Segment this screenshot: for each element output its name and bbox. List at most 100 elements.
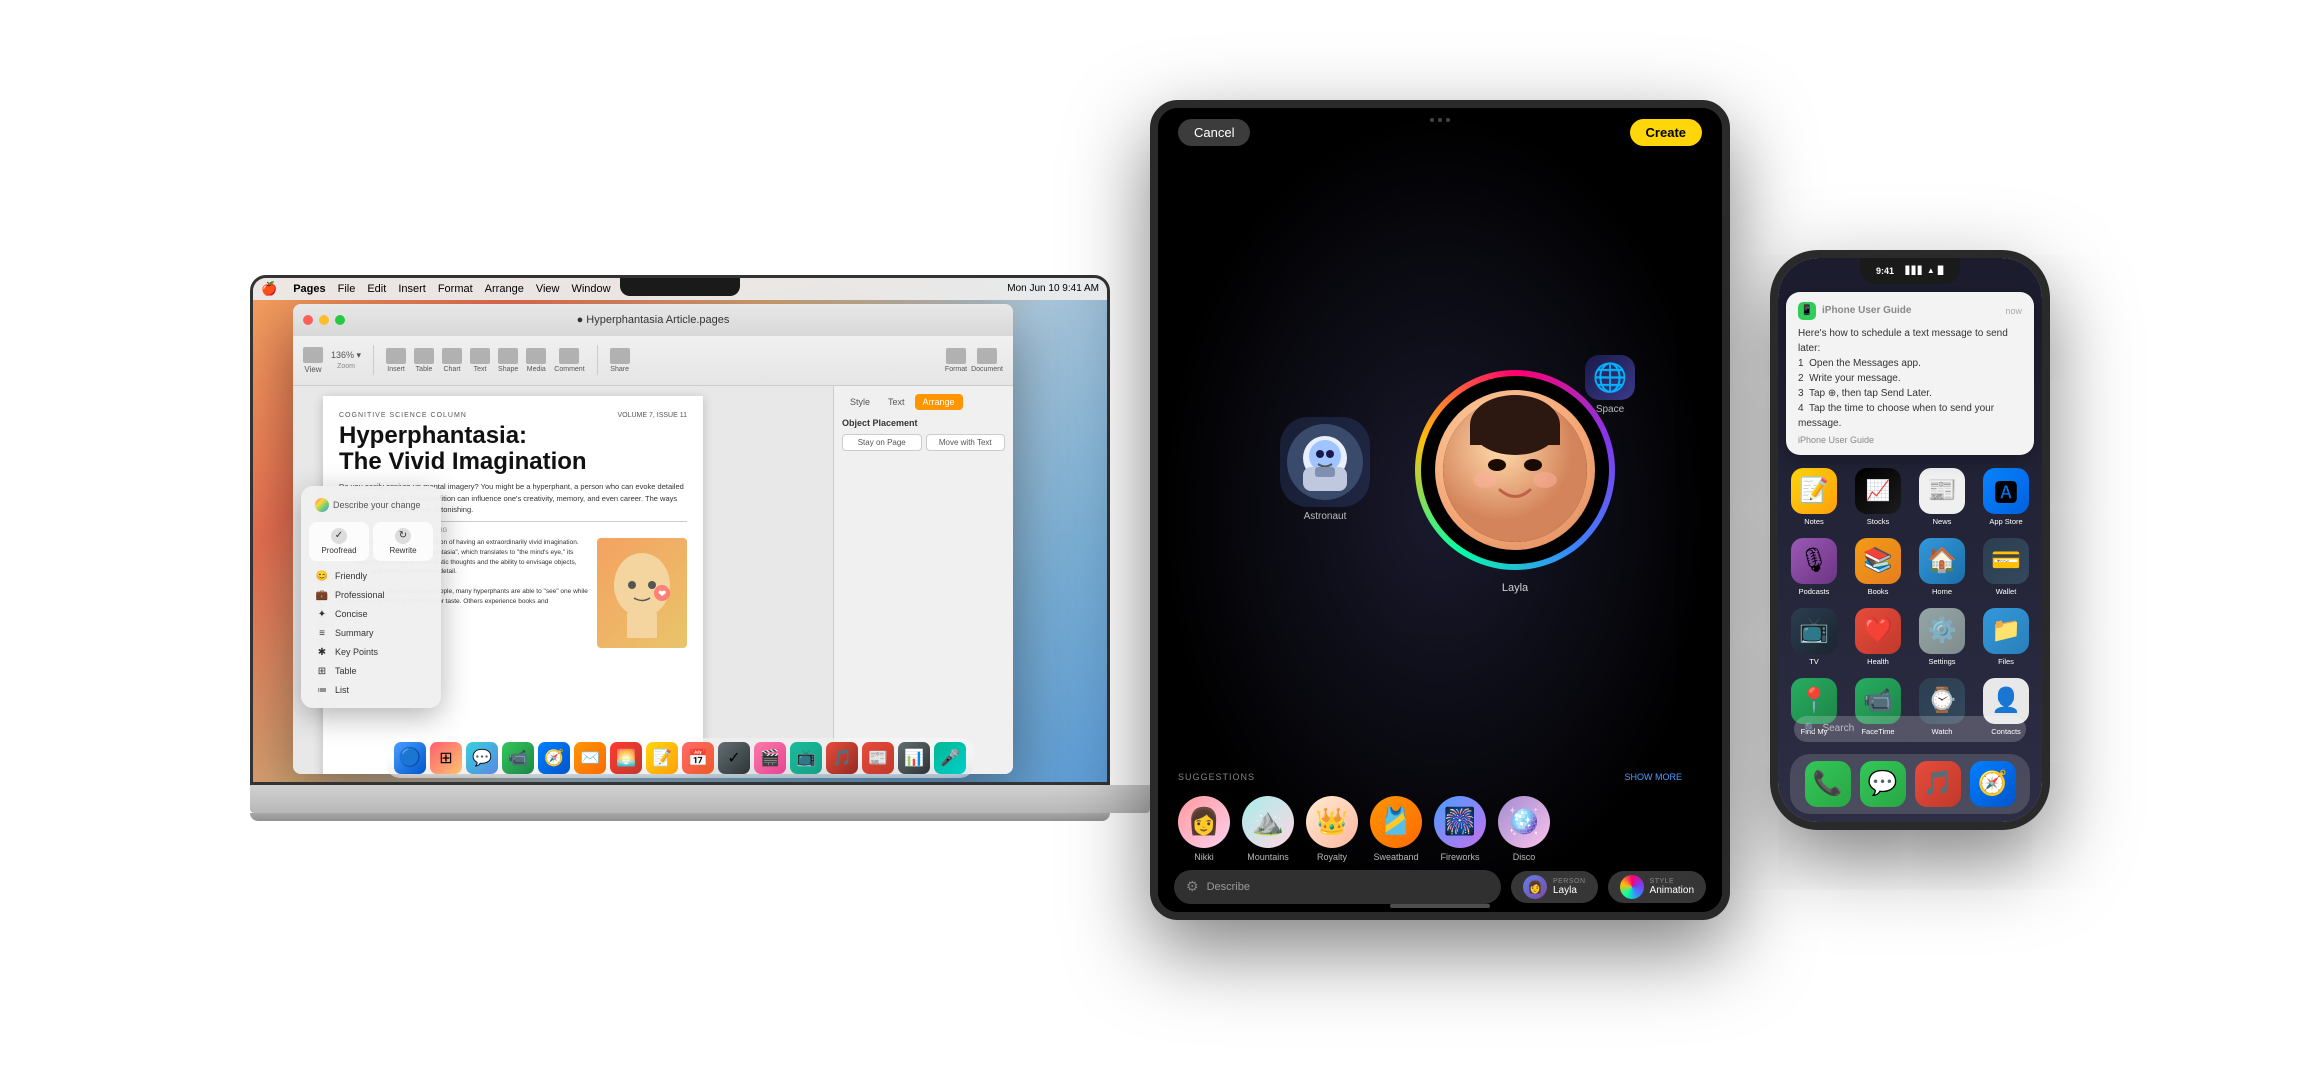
notification-time: now bbox=[2005, 306, 2022, 316]
messages-notification[interactable]: 📱 iPhone User Guide now Here's how to sc… bbox=[1786, 292, 2034, 455]
minimize-button[interactable] bbox=[319, 315, 329, 325]
settings-label: Settings bbox=[1928, 657, 1955, 666]
dock-music[interactable]: 🎵 bbox=[1915, 761, 1961, 807]
menubar-pages[interactable]: Pages bbox=[293, 283, 325, 295]
astronaut-label: Astronaut bbox=[1304, 511, 1347, 522]
wt-keypoints[interactable]: ✱ Key Points bbox=[309, 643, 433, 662]
proofread-button[interactable]: ✓ Proofread bbox=[309, 522, 369, 561]
app-stocks[interactable]: 📈 Stocks bbox=[1850, 468, 1906, 526]
dock-keynote[interactable]: 📊 bbox=[898, 742, 930, 774]
move-with-text-button[interactable]: Move with Text bbox=[926, 434, 1006, 451]
toolbar-insert[interactable]: Insert bbox=[386, 348, 406, 373]
person-pill[interactable]: 👩 PERSON Layla bbox=[1511, 871, 1598, 903]
dock-finder[interactable]: 🔵 bbox=[394, 742, 426, 774]
toolbar-share[interactable]: Share bbox=[610, 348, 630, 373]
toolbar-table[interactable]: Table bbox=[414, 348, 434, 373]
app-health[interactable]: ❤️ Health bbox=[1850, 608, 1906, 666]
iphone-dock: 📞 💬 🎵 🧭 bbox=[1790, 754, 2030, 814]
close-button[interactable] bbox=[303, 315, 313, 325]
toolbar-chart[interactable]: Chart bbox=[442, 348, 462, 373]
toolbar-document[interactable]: Document bbox=[971, 348, 1003, 373]
show-more-button[interactable]: SHOW MORE bbox=[1625, 772, 1683, 782]
toolbar-media[interactable]: Media bbox=[526, 348, 546, 373]
professional-icon: 💼 bbox=[315, 590, 329, 601]
wt-table[interactable]: ⊞ Table bbox=[309, 662, 433, 681]
dock-launchpad[interactable]: ⊞ bbox=[430, 742, 462, 774]
app-news[interactable]: 📰 News bbox=[1914, 468, 1970, 526]
style-icon bbox=[1620, 875, 1644, 899]
menubar-arrange[interactable]: Arrange bbox=[485, 283, 524, 295]
dock-facetime[interactable]: 📹 bbox=[502, 742, 534, 774]
apple-menu-icon[interactable]: 🍎 bbox=[261, 281, 277, 297]
dock-appletv[interactable]: 📺 bbox=[790, 742, 822, 774]
maximize-button[interactable] bbox=[335, 315, 345, 325]
app-appstore[interactable]: 🅰 App Store bbox=[1978, 468, 2034, 526]
tv-label: TV bbox=[1809, 657, 1819, 666]
toolbar-format[interactable]: Format bbox=[945, 348, 967, 373]
notification-body: Here's how to schedule a text message to… bbox=[1798, 326, 2022, 431]
app-settings[interactable]: ⚙️ Settings bbox=[1914, 608, 1970, 666]
pages-titlebar: ● Hyperphantasia Article.pages bbox=[293, 304, 1013, 336]
suggestion-disco[interactable]: 🪩 Disco bbox=[1498, 796, 1550, 862]
app-home[interactable]: 🏠 Home bbox=[1914, 538, 1970, 596]
dock-safari[interactable]: 🧭 bbox=[1970, 761, 2016, 807]
stocks-icon: 📈 bbox=[1855, 468, 1901, 514]
wt-professional[interactable]: 💼 Professional bbox=[309, 586, 433, 605]
app-books[interactable]: 📚 Books bbox=[1850, 538, 1906, 596]
toolbar-text[interactable]: Text bbox=[470, 348, 490, 373]
toolbar-comment[interactable]: Comment bbox=[554, 348, 584, 373]
pages-document[interactable]: COGNITIVE SCIENCE COLUMN VOLUME 7, ISSUE… bbox=[293, 386, 833, 774]
dock-music[interactable]: 🎵 bbox=[826, 742, 858, 774]
suggestion-fireworks[interactable]: 🎆 Fireworks bbox=[1434, 796, 1486, 862]
dock-news[interactable]: 📰 bbox=[862, 742, 894, 774]
dock-phone[interactable]: 📞 bbox=[1805, 761, 1851, 807]
dock-reminders[interactable]: ✓ bbox=[718, 742, 750, 774]
suggestion-sweatband[interactable]: 🎽 Sweatband bbox=[1370, 796, 1422, 862]
toolbar-zoom[interactable]: 136% ▾ Zoom bbox=[331, 350, 361, 370]
space-emoji: 🌐 Space bbox=[1580, 355, 1640, 415]
toolbar-view[interactable]: View bbox=[303, 347, 323, 374]
dock-safari[interactable]: 🧭 bbox=[538, 742, 570, 774]
concise-icon: ✦ bbox=[315, 609, 329, 620]
wt-summary[interactable]: ≡ Summary bbox=[309, 624, 433, 643]
app-podcasts[interactable]: 🎙 Podcasts bbox=[1786, 538, 1842, 596]
writing-tools-sparkle-icon bbox=[315, 498, 329, 512]
wifi-icon: ▲ bbox=[1927, 266, 1935, 275]
dock-facetime2[interactable]: 🎬 bbox=[754, 742, 786, 774]
menubar-format[interactable]: Format bbox=[438, 283, 473, 295]
dock-calendar[interactable]: 📅 bbox=[682, 742, 714, 774]
wt-list[interactable]: ≔ List bbox=[309, 681, 433, 700]
describe-input[interactable]: ⚙ Describe bbox=[1174, 870, 1501, 904]
sidebar-tab-style[interactable]: Style bbox=[842, 394, 878, 410]
app-notes[interactable]: 📝 Notes bbox=[1786, 468, 1842, 526]
dock-messages[interactable]: 💬 bbox=[1860, 761, 1906, 807]
stay-on-page-button[interactable]: Stay on Page bbox=[842, 434, 922, 451]
suggestion-royalty[interactable]: 👑 Royalty bbox=[1306, 796, 1358, 862]
sidebar-tab-text[interactable]: Text bbox=[880, 394, 913, 410]
iphone-search-bar[interactable]: 🔍 Search bbox=[1794, 716, 2026, 742]
menubar-window[interactable]: Window bbox=[571, 283, 610, 295]
dock-mail[interactable]: ✉️ bbox=[574, 742, 606, 774]
dock-messages[interactable]: 💬 bbox=[466, 742, 498, 774]
wt-friendly[interactable]: 😊 Friendly bbox=[309, 567, 433, 586]
style-pill[interactable]: STYLE Animation bbox=[1608, 871, 1706, 903]
toolbar-shape[interactable]: Shape bbox=[498, 348, 518, 373]
app-wallet[interactable]: 💳 Wallet bbox=[1978, 538, 2034, 596]
create-button[interactable]: Create bbox=[1630, 119, 1702, 146]
app-files[interactable]: 📁 Files bbox=[1978, 608, 2034, 666]
rewrite-button[interactable]: ↻ Rewrite bbox=[373, 522, 433, 561]
dock-siri[interactable]: 🎤 bbox=[934, 742, 966, 774]
cancel-button[interactable]: Cancel bbox=[1178, 119, 1250, 146]
fireworks-avatar: 🎆 bbox=[1434, 796, 1486, 848]
menubar-view[interactable]: View bbox=[536, 283, 560, 295]
menubar-edit[interactable]: Edit bbox=[367, 283, 386, 295]
suggestion-mountains[interactable]: ⛰️ Mountains bbox=[1242, 796, 1294, 862]
sidebar-tab-arrange[interactable]: Arrange bbox=[915, 394, 963, 410]
suggestion-nikki[interactable]: 👩 Nikki bbox=[1178, 796, 1230, 862]
wt-concise[interactable]: ✦ Concise bbox=[309, 605, 433, 624]
menubar-insert[interactable]: Insert bbox=[398, 283, 426, 295]
dock-photos[interactable]: 🌅 bbox=[610, 742, 642, 774]
menubar-file[interactable]: File bbox=[338, 283, 356, 295]
app-tv[interactable]: 📺 TV bbox=[1786, 608, 1842, 666]
dock-notes[interactable]: 📝 bbox=[646, 742, 678, 774]
